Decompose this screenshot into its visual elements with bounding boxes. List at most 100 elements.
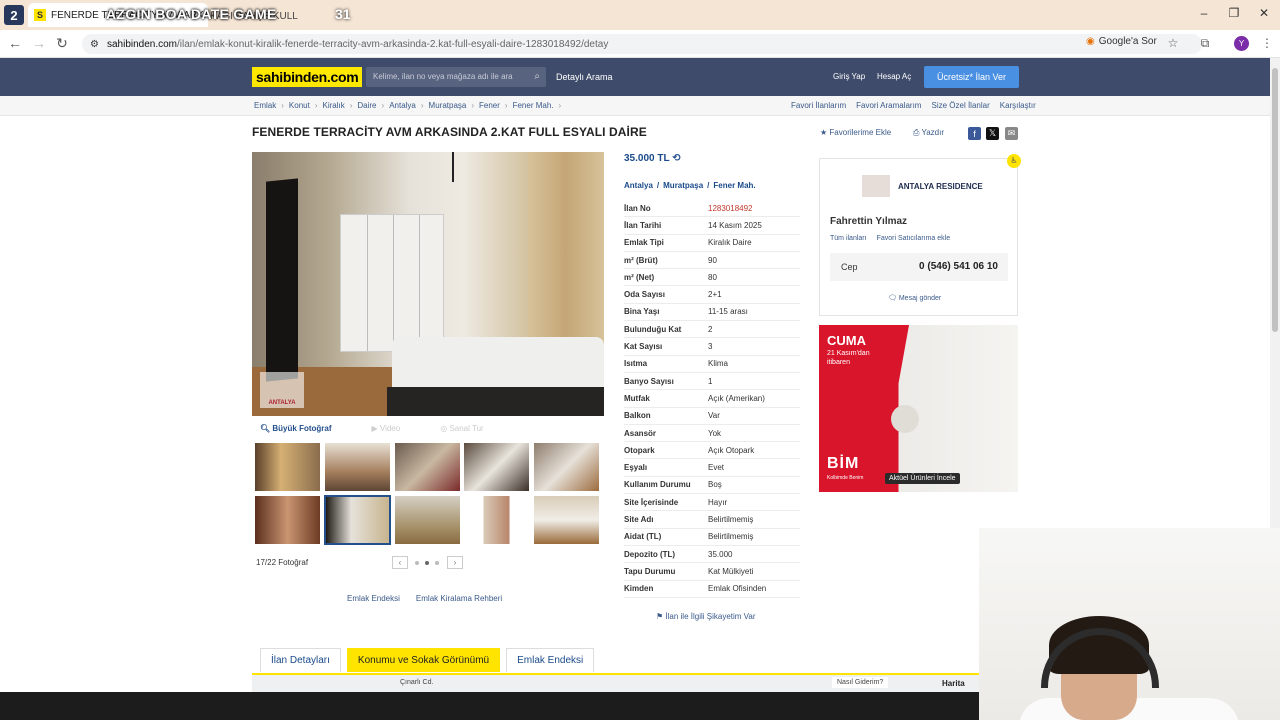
location-district[interactable]: Muratpaşa [663, 181, 703, 190]
next-page-icon[interactable]: › [447, 556, 463, 569]
scrollbar-thumb[interactable] [1272, 68, 1278, 332]
location-neighborhood[interactable]: Fener Mah. [713, 181, 755, 190]
close-icon[interactable]: ✕ [1254, 6, 1274, 20]
emlak-endeksi-link[interactable]: Emlak Endeksi [347, 594, 400, 603]
login-link[interactable]: Giriş Yap [833, 72, 865, 81]
detailed-search-link[interactable]: Detaylı Arama [556, 72, 613, 82]
print-label: Yazdır [921, 128, 945, 137]
restore-icon[interactable]: ❐ [1224, 6, 1244, 20]
photo-tools: 🔍︎ Büyük Fotoğraf ▶ Video ◎ Sanal Tur [252, 418, 604, 438]
facebook-icon[interactable]: f [968, 127, 981, 140]
pager-dot[interactable] [435, 561, 439, 565]
profile-avatar[interactable]: Y [1234, 36, 1249, 51]
thumbnail[interactable] [533, 495, 600, 545]
seller-store-name[interactable]: ANTALYA RESIDENCE [898, 182, 983, 191]
reload-icon[interactable]: ↻ [53, 35, 71, 52]
back-icon[interactable]: ← [6, 35, 24, 51]
special-listings-link[interactable]: Size Özel İlanlar [931, 101, 989, 110]
detail-row: Asansör Yok [624, 425, 800, 443]
thumbnail[interactable] [324, 442, 391, 492]
breadcrumb-item[interactable]: Antalya [389, 101, 416, 110]
location-sep: / [707, 181, 710, 190]
tab-listing-details[interactable]: İlan Detayları [260, 648, 341, 672]
all-listings-link[interactable]: Tüm ilanları [830, 235, 867, 242]
detail-value: 11-15 arası [708, 307, 748, 317]
search-icon[interactable]: ⌕ [534, 67, 540, 87]
tab-emlak-endeksi[interactable]: Emlak Endeksi [506, 648, 595, 672]
detail-key: Aidat (TL) [624, 532, 662, 542]
report-listing-link[interactable]: ⚑ İlan ile İlgili Şikayetim Var [656, 612, 756, 621]
add-favorite-link[interactable]: ★ Favorilerime Ekle [820, 128, 891, 137]
virtual-tour-button[interactable]: ◎ Sanal Tur [440, 424, 483, 433]
forward-icon[interactable]: → [30, 35, 48, 51]
send-message-link[interactable]: 🗨︎ Mesaj gönder [888, 294, 941, 302]
breadcrumb-item[interactable]: Fener Mah. [513, 101, 554, 110]
accessibility-icon[interactable]: ♿︎ [1007, 154, 1021, 168]
tab-location-street-view[interactable]: Konumu ve Sokak Görünümü [346, 648, 501, 672]
detail-row: Oda Sayısı 2+1 [624, 286, 800, 304]
prev-page-icon[interactable]: ‹ [392, 556, 408, 569]
pager-dot[interactable] [415, 561, 419, 565]
price-history-icon[interactable]: ⟲ [672, 153, 680, 164]
tab-count-badge[interactable]: 2 [4, 5, 24, 25]
location-city[interactable]: Antalya [624, 181, 653, 190]
thumbnail[interactable] [463, 442, 530, 492]
breadcrumb-item[interactable]: Konut [289, 101, 310, 110]
thumbnail[interactable] [254, 495, 321, 545]
site-logo[interactable]: sahibinden.com [252, 67, 363, 87]
thumbnail[interactable] [394, 495, 461, 545]
phone-number[interactable]: 0 (546) 541 06 10 [919, 261, 998, 272]
favorite-seller-link[interactable]: Favori Satıcılarıma ekle [877, 235, 951, 242]
detail-row: Kat Sayısı 3 [624, 338, 800, 356]
signup-link[interactable]: Hesap Aç [877, 72, 911, 81]
map-panel[interactable]: Çınarlı Cd. Nasıl Giderim? Harita [252, 673, 980, 693]
bim-advertisement[interactable]: CUMA 21 Kasım'dan itibaren BİM Kolbimde … [819, 325, 1018, 492]
bookmark-star-icon[interactable]: ☆ [1164, 36, 1182, 50]
star-icon: ★ [820, 128, 828, 137]
site-info-icon[interactable]: ⚙ [90, 39, 99, 50]
detail-key: Site Adı [624, 514, 654, 524]
main-photo[interactable]: ANTALYA [252, 152, 604, 416]
post-ad-button[interactable]: Ücretsiz* İlan Ver [924, 66, 1019, 88]
detail-row: İlan Tarihi 14 Kasım 2025 [624, 217, 800, 235]
print-link[interactable]: ⎙ Yazdır [913, 128, 944, 138]
menu-dots-icon[interactable]: ⋮ [1258, 36, 1276, 50]
favorite-searches-link[interactable]: Favori Aramalarım [856, 101, 921, 110]
minimize-icon[interactable]: – [1194, 6, 1214, 20]
big-photo-button[interactable]: 🔍︎ Büyük Fotoğraf [260, 424, 332, 433]
pager-dot-active[interactable] [425, 561, 429, 565]
directions-button[interactable]: Nasıl Giderim? [832, 677, 889, 688]
user-shortcuts: Favori İlanlarım Favori Aramalarım Size … [791, 101, 1036, 110]
url-field[interactable]: ⚙ sahibinden.com/ilan/emlak-konut-kirali… [82, 34, 1202, 54]
seller-logo[interactable] [862, 175, 890, 197]
x-twitter-icon[interactable]: 𝕏 [986, 127, 999, 140]
thumbnail[interactable] [394, 442, 461, 492]
thumbnail[interactable] [254, 442, 321, 492]
thumbnail[interactable] [463, 495, 530, 545]
detail-row: Bulunduğu Kat 2 [624, 321, 800, 339]
breadcrumb-item[interactable]: Emlak [254, 101, 276, 110]
detail-key: İlan No [624, 203, 651, 213]
magnifier-icon: 🔍︎ [260, 423, 271, 433]
thumbnail-selected[interactable] [324, 495, 391, 545]
info-links: Emlak Endeksi Emlak Kiralama Rehberi [347, 594, 502, 603]
detail-value: 3 [708, 342, 713, 352]
detail-row: Bina Yaşı 11-15 arası [624, 304, 800, 322]
video-icon: ▶ [371, 423, 378, 433]
breadcrumb-item[interactable]: Daire [357, 101, 376, 110]
ad-cta-button[interactable]: Aktüel Ürünleri İncele [885, 473, 960, 484]
breadcrumb-item[interactable]: Fener [479, 101, 500, 110]
detail-value: 35.000 [708, 549, 733, 559]
google-sor-button[interactable]: ◉ Google'a Sor [1086, 36, 1157, 47]
rental-guide-link[interactable]: Emlak Kiralama Rehberi [416, 594, 502, 603]
extensions-icon[interactable]: ⧉ [1196, 36, 1214, 51]
video-button[interactable]: ▶ Video [372, 424, 401, 433]
map-type-toggle[interactable]: Harita [942, 679, 965, 688]
breadcrumb-item[interactable]: Muratpaşa [429, 101, 467, 110]
email-icon[interactable]: ✉ [1005, 127, 1018, 140]
favorite-listings-link[interactable]: Favori İlanlarım [791, 101, 846, 110]
breadcrumb-item[interactable]: Kiralık [322, 101, 344, 110]
thumbnail[interactable] [533, 442, 600, 492]
compare-link[interactable]: Karşılaştır [1000, 101, 1036, 110]
search-input[interactable]: Kelime, ilan no veya mağaza adı ile ara … [366, 67, 546, 87]
